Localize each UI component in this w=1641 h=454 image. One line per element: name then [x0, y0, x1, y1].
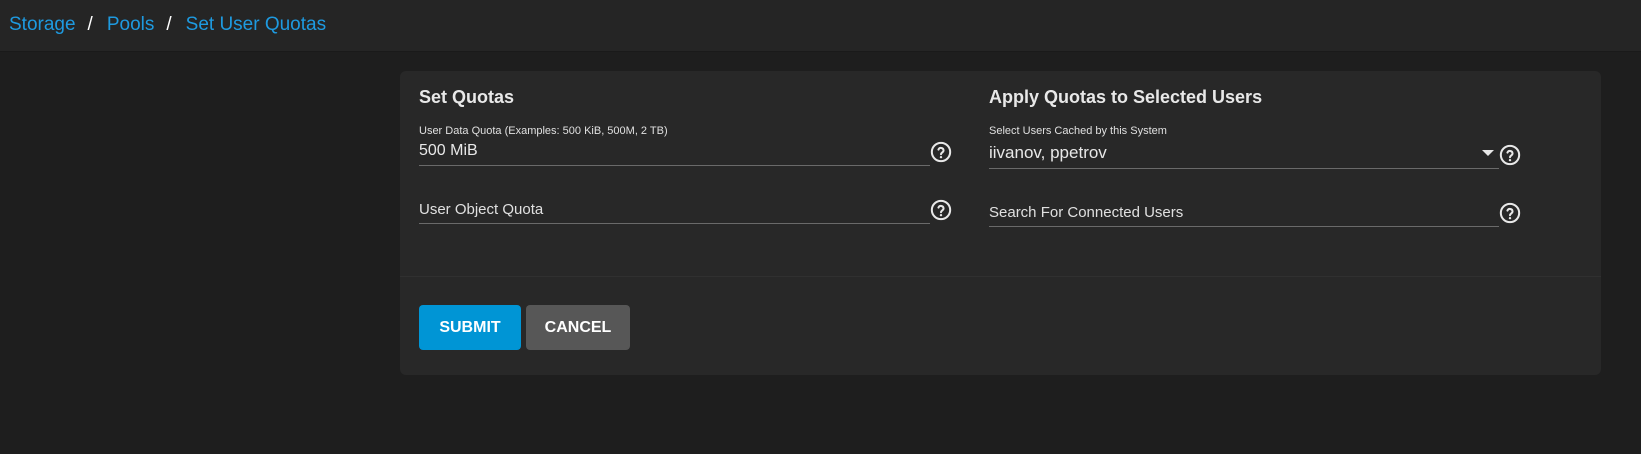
- search-users-underline: [989, 226, 1499, 227]
- select-users-dropdown[interactable]: Select Users Cached by this System iivan…: [989, 125, 1499, 171]
- user-data-quota-value[interactable]: 500 MiB: [419, 142, 478, 160]
- user-object-quota-underline: [419, 223, 930, 224]
- breadcrumb: Storage / Pools / Set User Quotas: [9, 14, 326, 36]
- user-data-quota-underline: [419, 165, 930, 166]
- help-circle-icon[interactable]: [1499, 202, 1521, 224]
- breadcrumb-pools[interactable]: Pools: [107, 14, 155, 36]
- set-quotas-title: Set Quotas: [419, 87, 515, 107]
- user-object-quota-field[interactable]: User Object Quota: [419, 197, 930, 225]
- help-circle-icon[interactable]: [930, 141, 952, 163]
- search-users-placeholder: Search For Connected Users: [989, 204, 1184, 221]
- help-circle-icon[interactable]: [930, 199, 952, 221]
- submit-button[interactable]: SUBMIT: [419, 305, 521, 350]
- select-users-label: Select Users Cached by this System: [989, 125, 1167, 137]
- user-data-quota-label: User Data Quota (Examples: 500 KiB, 500M…: [419, 125, 668, 137]
- select-users-underline: [989, 168, 1499, 169]
- breadcrumb-separator: /: [166, 14, 172, 35]
- help-circle-icon[interactable]: [1499, 144, 1521, 166]
- user-data-quota-field[interactable]: User Data Quota (Examples: 500 KiB, 500M…: [419, 125, 930, 167]
- breadcrumb-storage[interactable]: Storage: [9, 14, 76, 36]
- top-bar: Storage / Pools / Set User Quotas: [0, 0, 1641, 52]
- select-users-value[interactable]: iivanov, ppetrov: [989, 143, 1107, 163]
- card-divider: [400, 276, 1601, 277]
- breadcrumb-set-user-quotas[interactable]: Set User Quotas: [186, 14, 326, 36]
- cancel-button[interactable]: CANCEL: [526, 305, 630, 350]
- user-object-quota-placeholder: User Object Quota: [419, 201, 544, 218]
- apply-quotas-title: Apply Quotas to Selected Users: [989, 87, 1263, 107]
- breadcrumb-separator: /: [87, 14, 93, 35]
- quota-form-card: Set Quotas User Data Quota (Examples: 50…: [400, 71, 1601, 375]
- search-users-input[interactable]: Search For Connected Users: [989, 200, 1499, 228]
- caret-down-icon[interactable]: [1482, 150, 1494, 156]
